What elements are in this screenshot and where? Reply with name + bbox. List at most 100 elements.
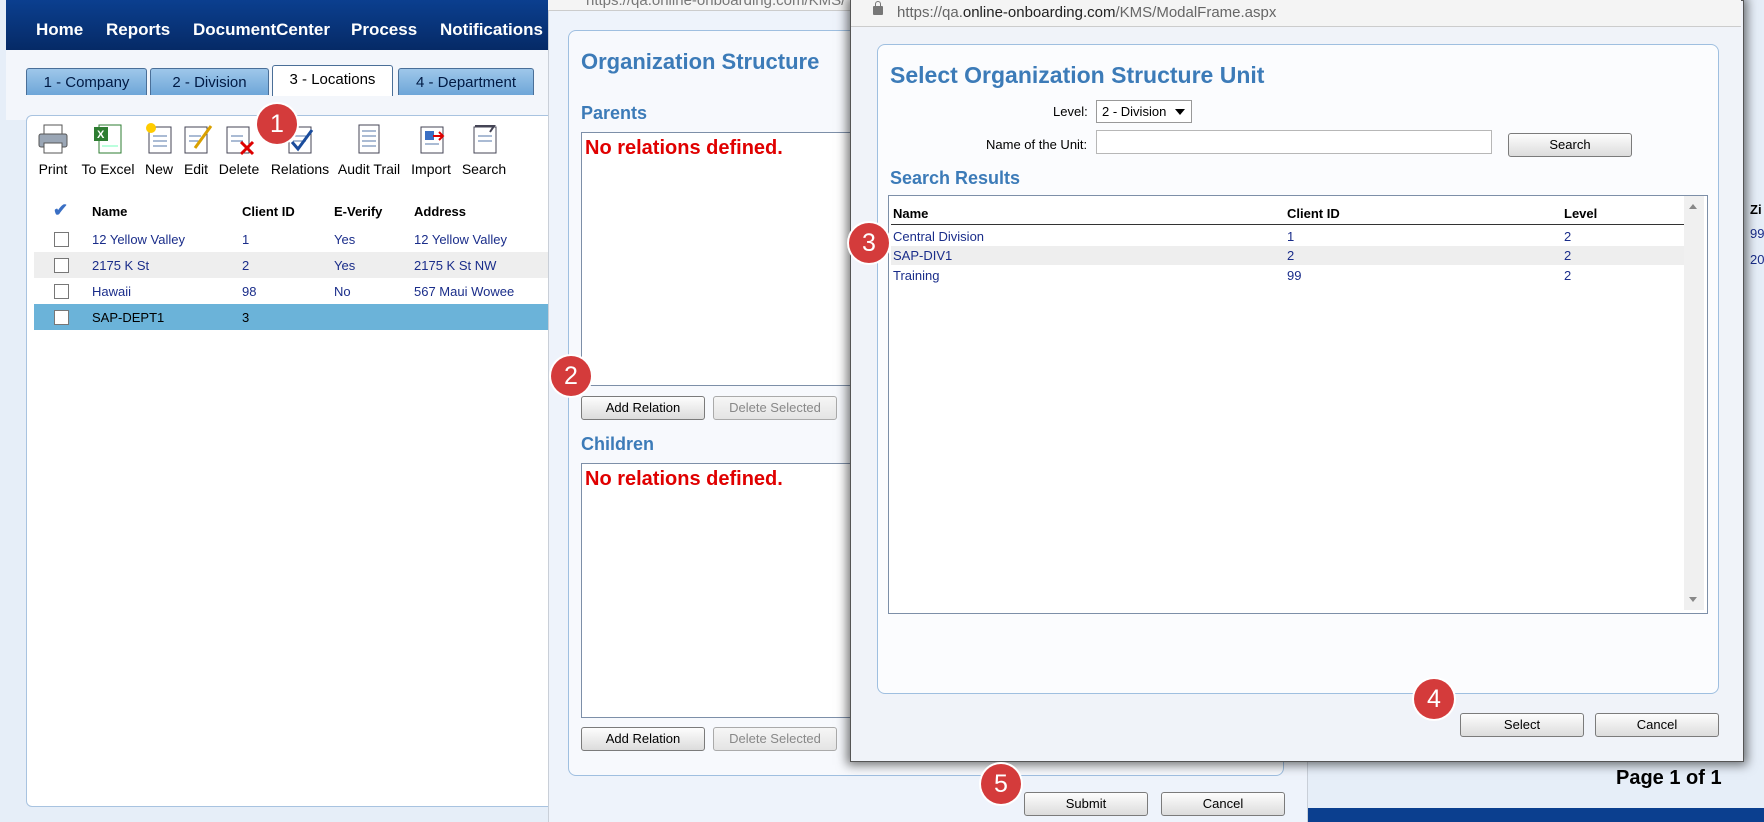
- select-button[interactable]: Select: [1460, 713, 1584, 737]
- children-empty-message: No relations defined.: [585, 468, 783, 490]
- delete-button[interactable]: Delete: [218, 122, 260, 177]
- nav-home[interactable]: Home: [36, 20, 83, 40]
- nav-reports[interactable]: Reports: [106, 20, 170, 40]
- cell-name: 12 Yellow Valley: [92, 232, 185, 247]
- excel-icon: X: [94, 124, 122, 154]
- cell-address: 12 Yellow Valley: [414, 232, 507, 247]
- children-delete-selected-button[interactable]: Delete Selected: [713, 727, 837, 751]
- search-button[interactable]: Search: [460, 122, 508, 177]
- column-header-name[interactable]: Name: [893, 206, 928, 221]
- edit-icon: [184, 125, 213, 154]
- cancel-button[interactable]: Cancel: [1161, 792, 1285, 816]
- unit-name-input[interactable]: [1096, 130, 1492, 154]
- children-heading: Children: [581, 434, 655, 454]
- search-label: Search: [461, 161, 507, 177]
- search-results-heading: Search Results: [890, 168, 1021, 188]
- new-label: New: [144, 161, 173, 177]
- delete-label: Delete: [218, 161, 260, 177]
- nav-documentcenter[interactable]: DocumentCenter: [193, 20, 330, 40]
- to-excel-button[interactable]: X To Excel: [78, 122, 138, 177]
- chevron-down-icon: [1175, 109, 1185, 115]
- import-icon: [420, 126, 445, 154]
- submit-button[interactable]: Submit: [1024, 792, 1148, 816]
- level-select-value: 2 - Division: [1102, 104, 1167, 119]
- column-header-zip: Zi: [1750, 202, 1762, 217]
- dialog-url: https://qa.online-onboarding.com/KMS/: [586, 0, 846, 9]
- cell-zip: 99: [1750, 226, 1764, 241]
- unit-name-label: Name of the Unit:: [986, 137, 1088, 152]
- result-row[interactable]: Training 99 2: [891, 266, 1686, 285]
- print-label: Print: [38, 161, 68, 177]
- column-header-client-id[interactable]: Client ID: [1287, 206, 1340, 221]
- cell-everify: Yes: [334, 258, 356, 273]
- modal-url-prefix: https://qa.: [897, 4, 963, 21]
- edit-label: Edit: [183, 161, 209, 177]
- tab-department[interactable]: 4 - Department: [398, 68, 534, 95]
- new-button[interactable]: New: [142, 122, 176, 177]
- column-header-everify[interactable]: E-Verify: [334, 204, 382, 219]
- tab-division[interactable]: 2 - Division: [150, 68, 269, 95]
- step-badge-2: 2: [551, 356, 591, 396]
- audit-trail-button[interactable]: Audit Trail: [336, 122, 402, 177]
- tab-company[interactable]: 1 - Company: [26, 68, 147, 95]
- cell-level: 2: [1564, 268, 1572, 283]
- relations-label: Relations: [270, 161, 330, 177]
- table-row[interactable]: Hawaii 98 No 567 Maui Wowee: [34, 278, 554, 304]
- new-document-icon: [146, 123, 172, 154]
- children-list: No relations defined.: [581, 463, 883, 718]
- select-all-checkmark-icon[interactable]: ✔: [53, 200, 68, 221]
- step-badge-3: 3: [849, 223, 889, 263]
- cell-client-id: 99: [1287, 268, 1302, 283]
- tab-locations[interactable]: 3 - Locations: [272, 65, 393, 96]
- modal-url-path: /KMS/ModalFrame.aspx: [1115, 4, 1277, 21]
- cell-client-id: 98: [242, 284, 257, 299]
- svg-text:X: X: [97, 129, 105, 141]
- column-header-client-id[interactable]: Client ID: [242, 204, 295, 219]
- scroll-up-icon[interactable]: [1689, 204, 1697, 209]
- lock-icon: [873, 1, 883, 15]
- cell-address: 2175 K St NW: [414, 258, 497, 273]
- cell-everify: Yes: [334, 232, 356, 247]
- row-checkbox[interactable]: [54, 258, 69, 273]
- parents-list: No relations defined.: [581, 132, 883, 386]
- scroll-down-icon[interactable]: [1689, 597, 1697, 602]
- column-header-address[interactable]: Address: [414, 204, 466, 219]
- cell-everify: No: [334, 284, 351, 299]
- print-button[interactable]: Print: [34, 122, 72, 177]
- table-row[interactable]: 12 Yellow Valley 1 Yes 12 Yellow Valley: [34, 226, 554, 252]
- cell-client-id: 3: [242, 310, 250, 325]
- cell-level: 2: [1564, 248, 1572, 263]
- row-checkbox[interactable]: [54, 310, 69, 325]
- search-results-grid: Name Client ID Level Central Division 1 …: [888, 195, 1708, 614]
- row-checkbox[interactable]: [54, 284, 69, 299]
- dialog-title: Organization Structure: [581, 49, 820, 74]
- table-row[interactable]: 2175 K St 2 Yes 2175 K St NW: [34, 252, 554, 278]
- import-button[interactable]: Import: [408, 122, 454, 177]
- result-row[interactable]: Central Division 1 2: [891, 227, 1686, 246]
- to-excel-label: To Excel: [81, 161, 135, 177]
- column-header-name[interactable]: Name: [92, 204, 127, 219]
- parents-add-relation-button[interactable]: Add Relation: [581, 396, 705, 420]
- printer-icon: [38, 124, 68, 154]
- result-row[interactable]: SAP-DIV1 2 2: [891, 246, 1686, 265]
- level-select[interactable]: 2 - Division: [1096, 100, 1192, 123]
- cell-name: 2175 K St: [92, 258, 150, 273]
- table-row-selected[interactable]: SAP-DEPT1 3: [34, 304, 554, 330]
- audit-trail-label: Audit Trail: [337, 161, 401, 177]
- children-add-relation-button[interactable]: Add Relation: [581, 727, 705, 751]
- cell-name: Training: [893, 268, 940, 283]
- footer-bar: [1306, 808, 1764, 822]
- cell-name: Hawaii: [92, 284, 132, 299]
- cell-client-id: 2: [1287, 248, 1295, 263]
- column-header-level[interactable]: Level: [1564, 206, 1597, 221]
- modal-cancel-button[interactable]: Cancel: [1595, 713, 1719, 737]
- cell-zip: 20: [1750, 252, 1764, 267]
- modal-search-button[interactable]: Search: [1508, 133, 1632, 157]
- parents-delete-selected-button[interactable]: Delete Selected: [713, 396, 837, 420]
- cell-level: 2: [1564, 229, 1572, 244]
- nav-notifications[interactable]: Notifications: [440, 20, 543, 40]
- results-scrollbar[interactable]: [1684, 196, 1704, 610]
- row-checkbox[interactable]: [54, 232, 69, 247]
- edit-button[interactable]: Edit: [181, 122, 213, 177]
- nav-process[interactable]: Process: [351, 20, 417, 40]
